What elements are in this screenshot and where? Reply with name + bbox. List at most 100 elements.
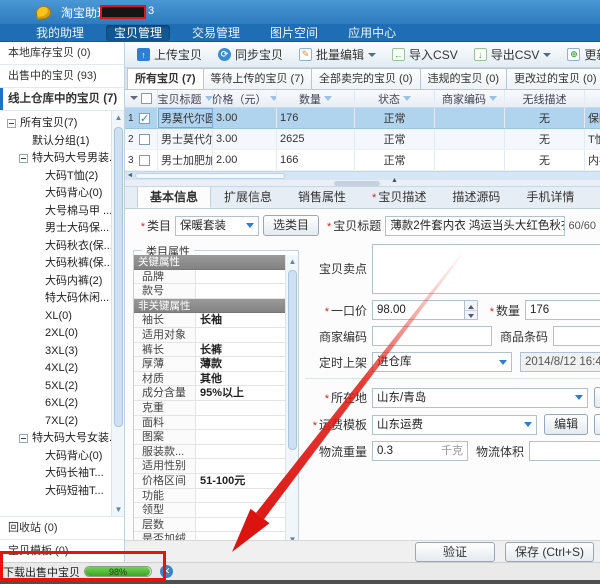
properties-scrollbar[interactable]: ▲ ▼	[285, 255, 298, 540]
property-row[interactable]: 功能	[134, 489, 285, 504]
menu-my-assistant[interactable]: 我的助理	[28, 25, 92, 41]
filter-icon[interactable]	[489, 96, 497, 105]
property-row[interactable]: 价格区间51-100元	[134, 474, 285, 489]
shipping-template-select[interactable]: 山东运费	[372, 415, 537, 435]
price-stepper[interactable]	[464, 301, 477, 319]
scroll-up-icon[interactable]: ▲	[112, 111, 124, 124]
property-row[interactable]: 裤长长裤	[134, 343, 285, 358]
choose-category-button[interactable]: 选类目	[263, 215, 319, 236]
menu-image-space[interactable]: 图片空间	[262, 25, 326, 41]
tab-violation[interactable]: 违规的宝贝 (0)	[420, 68, 508, 89]
quantity-input[interactable]: 176	[525, 300, 600, 320]
tree-item-default-group[interactable]: 默认分组(1)	[0, 133, 124, 151]
table-row[interactable]: 1 男莫代尔圆... 3.00 176 正常 无 保暖	[125, 108, 600, 129]
update-category-button[interactable]: ⊕更新类目	[561, 44, 600, 65]
column-options-icon[interactable]	[130, 96, 138, 104]
property-row[interactable]: 材质其他	[134, 372, 285, 387]
edit-shipping-button[interactable]: 编辑	[544, 414, 588, 435]
choose-location-button[interactable]: 选择	[594, 387, 600, 408]
tab-sales-attributes[interactable]: 销售属性	[285, 186, 359, 208]
tree-item-all[interactable]: 所有宝贝(7)	[0, 115, 124, 133]
refresh-shipping-button[interactable]: 刷新	[594, 414, 600, 435]
schedule-datetime-input[interactable]: 2014/8/12 16:48:46	[520, 352, 600, 372]
tree-item[interactable]: 大码秋裤(保...	[0, 255, 124, 273]
property-row[interactable]: 适用对象	[134, 328, 285, 343]
sidebar-item-templates[interactable]: 宝贝模板 (0)	[0, 539, 124, 562]
validate-button[interactable]: 验证	[415, 542, 495, 562]
property-row[interactable]: 领型	[134, 503, 285, 518]
row-checkbox[interactable]	[139, 155, 150, 166]
property-row[interactable]: 面料	[134, 416, 285, 431]
tree-item[interactable]: 大码背心(0)	[0, 185, 124, 203]
price-input[interactable]: 98.00	[372, 300, 478, 320]
table-row[interactable]: 3 男士加肥加... 2.00 166 正常 无 内裤	[125, 150, 600, 171]
scrollbar-thumb[interactable]	[114, 127, 123, 427]
tree-item[interactable]: 大码短袖T...	[0, 483, 124, 501]
property-row[interactable]: 成分含量95%以上	[134, 386, 285, 401]
splitter-grip[interactable]	[334, 181, 380, 186]
tab-sold-out[interactable]: 全部卖完的宝贝 (0)	[311, 68, 421, 89]
panel-splitter[interactable]: ▲	[125, 180, 600, 187]
property-row[interactable]: 品牌	[134, 270, 285, 285]
menu-item-management[interactable]: 宝贝管理	[106, 25, 170, 41]
tree-item[interactable]: 大码长袖T...	[0, 465, 124, 483]
sidebar-online-warehouse[interactable]: 线上仓库中的宝贝 (7)	[0, 88, 124, 111]
sync-item-button[interactable]: ⟳同步宝贝	[212, 44, 289, 65]
tree-item[interactable]: XL(0)	[0, 308, 124, 326]
tree-item[interactable]: 4XL(2)	[0, 360, 124, 378]
tree-item[interactable]: 大码T恤(2)	[0, 168, 124, 186]
export-csv-button[interactable]: ↓导出CSV	[468, 44, 558, 65]
sidebar-local-inventory[interactable]: 本地库存宝贝 (0)	[0, 42, 124, 65]
upload-item-button[interactable]: ↑上传宝贝	[131, 44, 208, 65]
tab-basic-info[interactable]: 基本信息	[137, 186, 211, 208]
merchant-code-input[interactable]	[372, 326, 492, 346]
selling-point-textarea[interactable]	[372, 244, 600, 294]
select-all-checkbox[interactable]	[141, 93, 152, 104]
sidebar-scrollbar[interactable]: ▲ ▼	[111, 111, 124, 516]
scrollbar-thumb[interactable]	[135, 173, 285, 179]
logistics-weight-input[interactable]: 0.3千克	[372, 441, 468, 461]
sidebar-on-sale[interactable]: 出售中的宝贝 (93)	[0, 65, 124, 88]
tree-item[interactable]: 大码背心(0)	[0, 448, 124, 466]
tab-extended-info[interactable]: 扩展信息	[211, 186, 285, 208]
tree-item[interactable]: 大码秋衣(保...	[0, 238, 124, 256]
tree-item[interactable]: 5XL(2)	[0, 378, 124, 396]
scroll-up-icon[interactable]: ▲	[286, 255, 299, 268]
filter-icon[interactable]	[324, 96, 332, 105]
tree-item[interactable]: 3XL(3)	[0, 343, 124, 361]
row-checkbox[interactable]	[139, 134, 150, 145]
scroll-left-icon[interactable]: ◄	[125, 172, 135, 180]
collapse-icon[interactable]	[7, 119, 16, 128]
tree-item[interactable]: 大号棉马甲 ...	[0, 203, 124, 221]
tab-description-source[interactable]: 描述源码	[439, 186, 513, 208]
tree-item-womens-plus[interactable]: 特大码大号女装...	[0, 430, 124, 448]
property-row[interactable]: 袖长长袖	[134, 313, 285, 328]
category-select[interactable]: 保暖套装	[175, 216, 259, 236]
property-row[interactable]: 服装款...	[134, 445, 285, 460]
property-row[interactable]: 适用性别	[134, 459, 285, 474]
schedule-select[interactable]: 进仓库	[372, 352, 512, 372]
item-title-input[interactable]: 薄款2件套内衣 鸿运当头大红色秋衣秋裤套装两套包邮	[385, 216, 565, 236]
batch-edit-button[interactable]: ✎批量编辑	[293, 44, 382, 65]
collapse-icon[interactable]	[19, 434, 28, 443]
property-row[interactable]: 是否加绒	[134, 532, 285, 540]
tab-item-description[interactable]: *宝贝描述	[359, 186, 439, 208]
tree-item[interactable]: 2XL(0)	[0, 325, 124, 343]
scroll-down-icon[interactable]: ▼	[286, 533, 299, 540]
menu-app-center[interactable]: 应用中心	[340, 25, 404, 41]
collapse-icon[interactable]	[19, 154, 28, 163]
property-row[interactable]: 图案	[134, 430, 285, 445]
tree-item[interactable]: 特大码休闲...	[0, 290, 124, 308]
tab-waiting-upload[interactable]: 等待上传的宝贝 (7)	[203, 68, 313, 89]
save-button[interactable]: 保存 (Ctrl+S)	[505, 542, 594, 562]
collapse-up-icon[interactable]: ▲	[391, 177, 398, 184]
menu-trade-management[interactable]: 交易管理	[184, 25, 248, 41]
tree-item[interactable]: 7XL(2)	[0, 413, 124, 431]
table-horizontal-scrollbar[interactable]: ◄	[125, 172, 600, 180]
sidebar-recycle-bin[interactable]: 回收站 (0)	[0, 516, 124, 539]
tree-item[interactable]: 6XL(2)	[0, 395, 124, 413]
filter-icon[interactable]	[205, 96, 213, 105]
row-checkbox[interactable]	[139, 113, 150, 124]
scroll-down-icon[interactable]: ▼	[112, 503, 124, 516]
tree-item[interactable]: 大码内裤(2)	[0, 273, 124, 291]
